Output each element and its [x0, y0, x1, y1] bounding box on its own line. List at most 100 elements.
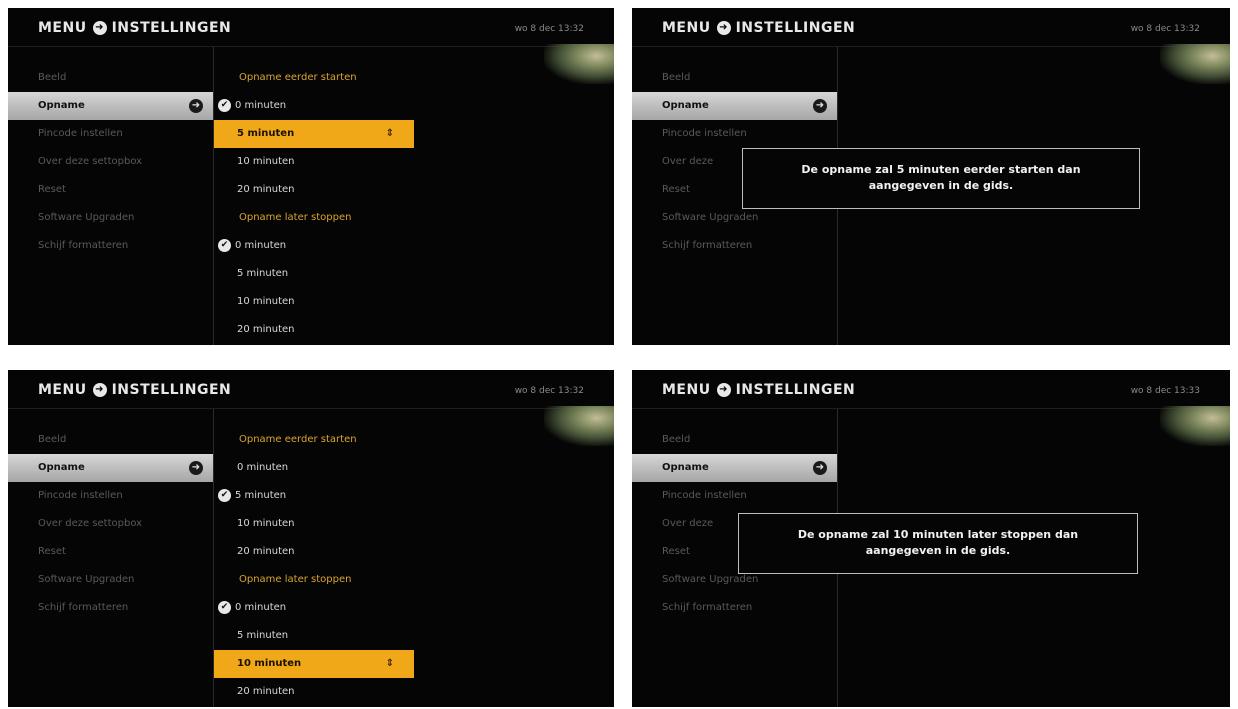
checkmark-icon: ✔: [218, 600, 231, 614]
options-list: Opname eerder starten 0 minuten ✔ 5 minut…: [214, 426, 414, 706]
sidebar: Beeld Opname ➜ Pincode instellen Over de…: [8, 64, 213, 260]
screen-record-stop-confirmation: MENU ➜ INSTELLINGEN wo 8 dec 13:33 Beeld…: [632, 370, 1230, 707]
up-down-icon: ⇕: [385, 658, 394, 669]
option-start-20[interactable]: 20 minuten: [214, 538, 414, 566]
info-dialog: De opname zal 5 minuten eerder starten d…: [742, 148, 1140, 209]
option-label: 0 minuten: [235, 100, 287, 111]
option-label: 0 minuten: [235, 240, 287, 251]
sidebar-item-beeld[interactable]: Beeld: [632, 426, 837, 454]
screen-record-start-options: MENU ➜ INSTELLINGEN wo 8 dec 13:32 Beeld…: [8, 8, 614, 345]
breadcrumb: MENU ➜ INSTELLINGEN: [38, 382, 231, 398]
breadcrumb: MENU ➜ INSTELLINGEN: [38, 20, 231, 36]
option-stop-20[interactable]: 20 minuten: [214, 678, 414, 706]
sidebar: Beeld Opname ➜ Pincode instellen Over de…: [8, 426, 213, 622]
option-stop-5[interactable]: 5 minuten: [214, 260, 414, 288]
sidebar-item-opname[interactable]: Opname ➜: [632, 454, 837, 482]
screen-record-stop-options: MENU ➜ INSTELLINGEN wo 8 dec 13:32 Beeld…: [8, 370, 614, 707]
breadcrumb-settings: INSTELLINGEN: [735, 20, 856, 36]
option-start-5[interactable]: ✔ 5 minuten: [214, 482, 414, 510]
background-artwork: [1160, 44, 1230, 84]
dialog-line-2: aangegeven in de gids.: [868, 179, 1014, 192]
breadcrumb-menu[interactable]: MENU: [38, 20, 87, 36]
option-start-20[interactable]: 20 minuten: [214, 176, 414, 204]
option-start-10[interactable]: 10 minuten: [214, 148, 414, 176]
option-start-10[interactable]: 10 minuten: [214, 510, 414, 538]
sidebar-item-reset[interactable]: Reset: [8, 176, 213, 204]
dialog-line-1: De opname zal 10 minuten later stoppen d…: [797, 528, 1079, 541]
breadcrumb-settings: INSTELLINGEN: [111, 20, 232, 36]
option-stop-10[interactable]: 10 minuten ⇕: [214, 650, 414, 678]
option-stop-20[interactable]: 20 minuten: [214, 316, 414, 344]
sidebar-item-label: Opname: [38, 100, 85, 111]
clock: wo 8 dec 13:32: [514, 386, 584, 396]
option-start-0[interactable]: ✔ 0 minuten: [214, 92, 414, 120]
sidebar-item-pincode[interactable]: Pincode instellen: [8, 482, 213, 510]
up-down-icon: ⇕: [385, 128, 394, 139]
sidebar-item-settopbox[interactable]: Over deze settopbox: [8, 148, 213, 176]
sidebar-item-beeld[interactable]: Beeld: [8, 426, 213, 454]
arrow-right-circle-icon: ➜: [716, 383, 731, 397]
sidebar-item-label: Opname: [38, 462, 85, 473]
section-heading-stop: Opname later stoppen: [239, 212, 352, 223]
breadcrumb-settings: INSTELLINGEN: [111, 382, 232, 398]
sidebar-item-software[interactable]: Software Upgraden: [8, 204, 213, 232]
arrow-right-circle-icon: ➜: [92, 21, 107, 35]
sidebar-item-beeld[interactable]: Beeld: [8, 64, 213, 92]
sidebar-item-pincode[interactable]: Pincode instellen: [632, 482, 837, 510]
sidebar-item-opname[interactable]: Opname ➜: [8, 454, 213, 482]
breadcrumb-settings: INSTELLINGEN: [735, 382, 856, 398]
arrow-right-circle-icon: ➜: [716, 21, 731, 35]
background-artwork: [1160, 406, 1230, 446]
section-heading-stop: Opname later stoppen: [239, 574, 352, 585]
option-label: 5 minuten: [237, 128, 295, 139]
header-bar: MENU ➜ INSTELLINGEN wo 8 dec 13:32: [8, 370, 614, 409]
clock: wo 8 dec 13:32: [1130, 24, 1200, 34]
option-stop-0[interactable]: ✔ 0 minuten: [214, 232, 414, 260]
background-artwork: [544, 44, 614, 84]
sidebar-item-beeld[interactable]: Beeld: [632, 64, 837, 92]
breadcrumb-menu[interactable]: MENU: [662, 20, 711, 36]
sidebar-item-format[interactable]: Schijf formatteren: [8, 594, 213, 622]
option-start-5[interactable]: 5 minuten ⇕: [214, 120, 414, 148]
sidebar-item-label: Opname: [662, 462, 709, 473]
arrow-right-circle-icon: ➜: [189, 461, 203, 475]
sidebar-item-format[interactable]: Schijf formatteren: [8, 232, 213, 260]
option-stop-0[interactable]: ✔ 0 minuten: [214, 594, 414, 622]
arrow-right-circle-icon: ➜: [813, 99, 827, 113]
sidebar-item-pincode[interactable]: Pincode instellen: [632, 120, 837, 148]
option-stop-10[interactable]: 10 minuten: [214, 288, 414, 316]
breadcrumb-menu[interactable]: MENU: [662, 382, 711, 398]
option-label: 5 minuten: [235, 490, 287, 501]
sidebar-item-settopbox[interactable]: Over deze settopbox: [8, 510, 213, 538]
sidebar-item-opname[interactable]: Opname ➜: [8, 92, 213, 120]
section-heading-start: Opname eerder starten: [239, 72, 357, 83]
header-bar: MENU ➜ INSTELLINGEN wo 8 dec 13:32: [8, 8, 614, 47]
options-list: Opname eerder starten ✔ 0 minuten 5 minut…: [214, 64, 414, 344]
breadcrumb: MENU ➜ INSTELLINGEN: [662, 20, 855, 36]
sidebar-item-format[interactable]: Schijf formatteren: [632, 594, 837, 622]
sidebar-item-format[interactable]: Schijf formatteren: [632, 232, 837, 260]
sidebar-item-label: Opname: [662, 100, 709, 111]
screenshot-grid: MENU ➜ INSTELLINGEN wo 8 dec 13:32 Beeld…: [0, 0, 1238, 709]
sidebar-item-reset[interactable]: Reset: [8, 538, 213, 566]
arrow-right-circle-icon: ➜: [189, 99, 203, 113]
option-label: 10 minuten: [237, 658, 302, 669]
arrow-right-circle-icon: ➜: [813, 461, 827, 475]
info-dialog: De opname zal 10 minuten later stoppen d…: [738, 513, 1138, 574]
checkmark-icon: ✔: [218, 488, 231, 502]
breadcrumb-menu[interactable]: MENU: [38, 382, 87, 398]
dialog-line-1: De opname zal 5 minuten eerder starten d…: [801, 163, 1081, 176]
breadcrumb: MENU ➜ INSTELLINGEN: [662, 382, 855, 398]
option-stop-5[interactable]: 5 minuten: [214, 622, 414, 650]
header-bar: MENU ➜ INSTELLINGEN wo 8 dec 13:32: [632, 8, 1230, 47]
header-bar: MENU ➜ INSTELLINGEN wo 8 dec 13:33: [632, 370, 1230, 409]
sidebar-item-pincode[interactable]: Pincode instellen: [8, 120, 213, 148]
arrow-right-circle-icon: ➜: [92, 383, 107, 397]
clock: wo 8 dec 13:32: [514, 24, 584, 34]
screen-record-start-confirmation: MENU ➜ INSTELLINGEN wo 8 dec 13:32 Beeld…: [632, 8, 1230, 345]
sidebar-item-software[interactable]: Software Upgraden: [8, 566, 213, 594]
option-start-0[interactable]: 0 minuten: [214, 454, 414, 482]
background-artwork: [544, 406, 614, 446]
sidebar-item-opname[interactable]: Opname ➜: [632, 92, 837, 120]
checkmark-icon: ✔: [218, 238, 231, 252]
